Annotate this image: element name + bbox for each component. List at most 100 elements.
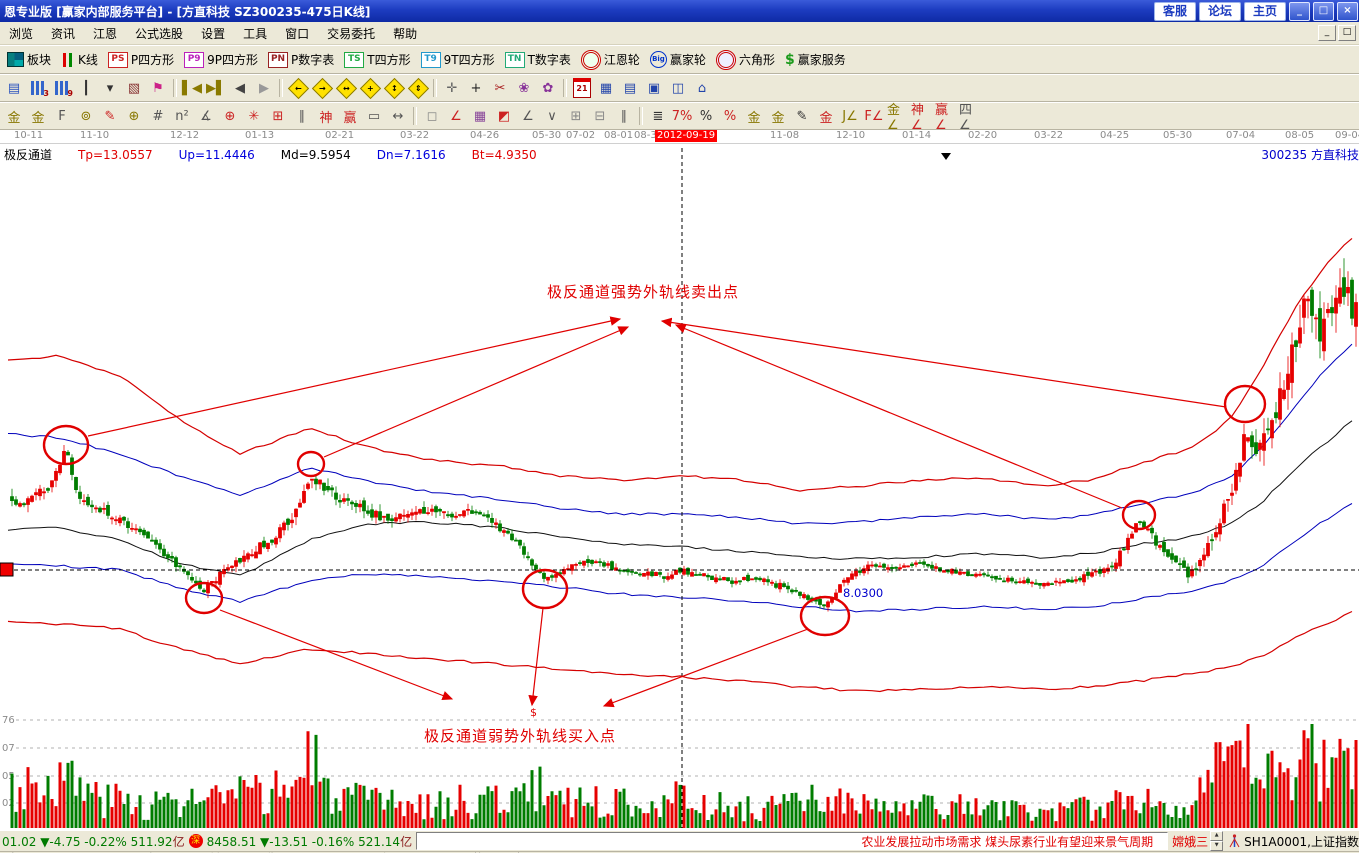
calculator-icon[interactable]: ▦ [595,79,617,98]
percent7-icon[interactable]: 7% [671,107,693,126]
mdi-restore-button[interactable]: □ [1338,25,1356,41]
shen-angle-icon[interactable]: 神∠ [911,107,933,126]
first-bar-icon[interactable]: ▌◀ [181,79,203,98]
forum-button[interactable]: 论坛 [1199,2,1241,21]
shen-tool-icon[interactable]: 神 [315,107,337,126]
restore-button[interactable]: □ [1313,2,1334,21]
gold-tool2-icon[interactable]: 金 [27,107,49,126]
measure-icon[interactable]: ↔ [387,107,409,126]
T四方形-button[interactable]: TST四方形 [339,50,415,69]
menu-item-2[interactable]: 江恩 [84,25,126,43]
f-angle-icon[interactable]: F∠ [863,107,885,126]
spinner-down-button[interactable]: ▼ [1210,841,1223,851]
dropdown-arrow-icon[interactable]: ▾ [99,79,121,98]
menu-item-3[interactable]: 公式选股 [126,25,192,43]
江恩轮-button[interactable]: 江恩轮 [576,49,645,71]
calendar-icon[interactable]: 21 [571,79,593,98]
net-doc-icon[interactable]: ◫ [667,79,689,98]
六角形-button[interactable]: 六角形 [711,49,780,71]
doc-icon[interactable]: ▤ [3,79,25,98]
square-tool-icon[interactable]: ◻ [421,107,443,126]
9T四方形-button[interactable]: T99T四方形 [416,50,500,69]
menu-item-6[interactable]: 窗口 [276,25,318,43]
9P四方形-button[interactable]: P99P四方形 [179,50,263,69]
grid3-icon[interactable]: ⊟ [589,107,611,126]
cut-tool-icon[interactable]: ✂ [489,79,511,98]
spinner-up-button[interactable]: ▲ [1210,831,1223,841]
menu-item-7[interactable]: 交易委托 [318,25,384,43]
gann-web-icon[interactable]: ❀ [513,79,535,98]
grid2-icon[interactable]: ⊞ [565,107,587,126]
gold-line-icon[interactable]: 金 [767,107,789,126]
percent-line-icon[interactable]: % [719,107,741,126]
T数字表-button[interactable]: TNT数字表 [500,50,576,69]
chart9-icon[interactable]: 9 [51,79,73,98]
scale-icon[interactable]: ≣ [647,107,669,126]
prev-bar-icon[interactable]: ◀ [229,79,251,98]
candlestick-chart[interactable]: 76070502极反通道强势外轨线卖出点极反通道弱势外轨线买入点$8.0300 [0,144,1359,830]
purple-grid-icon[interactable]: ▦ [469,107,491,126]
minimize-button[interactable]: _ [1289,2,1310,21]
fibonacci-icon[interactable]: F [51,107,73,126]
pen-icon[interactable]: ✎ [99,107,121,126]
four-angle-icon[interactable]: 四∠ [959,107,981,126]
K线-button[interactable]: K线 [56,50,103,69]
hand-tool-icon[interactable]: ✛ [441,79,463,98]
j-angle-icon[interactable]: J∠ [839,107,861,126]
flag-chart-icon[interactable]: ⚑ [147,79,169,98]
menu-item-4[interactable]: 设置 [192,25,234,43]
crosshair-tool-icon[interactable]: + [465,79,487,98]
spiral-icon[interactable]: ⊚ [75,107,97,126]
close-button[interactable]: × [1337,2,1358,21]
fan-lines-icon[interactable]: ∠ [445,107,467,126]
target-circle-icon[interactable]: ⊕ [123,107,145,126]
P数字表-button[interactable]: PNP数字表 [263,50,339,69]
gold-angle-icon[interactable]: 金∠ [887,107,909,126]
chart3-icon[interactable]: 3 [27,79,49,98]
zoom-all-icon[interactable]: + [359,79,381,98]
pan-right-icon[interactable]: → [311,79,333,98]
menu-item-1[interactable]: 资讯 [42,25,84,43]
板块-button[interactable]: 板块 [2,50,56,69]
expand-v-icon[interactable]: ⇕ [407,79,429,98]
vee-lines-icon[interactable]: ∨ [541,107,563,126]
notes-icon[interactable]: ▤ [619,79,641,98]
pan-left-icon[interactable]: ← [287,79,309,98]
web-icon[interactable]: ✳ [243,107,265,126]
save-icon[interactable]: ▣ [643,79,665,98]
zoom-v-icon[interactable]: ↕ [383,79,405,98]
grid-box-icon[interactable]: ⊞ [267,107,289,126]
menu-item-0[interactable]: 浏览 [0,25,42,43]
percent-icon[interactable]: % [695,107,717,126]
mdi-minimize-button[interactable]: _ [1318,25,1336,41]
gold-red-icon[interactable]: 金 [815,107,837,126]
fan-box-icon[interactable]: ◩ [493,107,515,126]
ruler-icon[interactable]: ▭ [363,107,385,126]
customer-service-button[interactable]: 客服 [1154,2,1196,21]
next-bar-icon[interactable]: ▶ [253,79,275,98]
grid-ticks-icon[interactable]: # [147,107,169,126]
homepage-button[interactable]: 主页 [1244,2,1286,21]
candle-style-icon[interactable]: ┃ [75,79,97,98]
gold-tool1-icon[interactable]: 金 [3,107,25,126]
circle-cross-icon[interactable]: ⊕ [219,107,241,126]
angle-lines-icon[interactable]: ∠ [517,107,539,126]
slash-lines-icon[interactable]: ∥ [613,107,635,126]
赢家轮-button[interactable]: Big赢家轮 [645,50,711,69]
region-select-icon[interactable]: ▧ [123,79,145,98]
last-bar-icon[interactable]: ▶▌ [205,79,227,98]
pen2-icon[interactable]: ✎ [791,107,813,126]
P四方形-button[interactable]: PSP四方形 [103,50,179,69]
zoom-h-icon[interactable]: ↔ [335,79,357,98]
ying-tool-icon[interactable]: 赢 [339,107,361,126]
kline-chart-area[interactable]: 极反通道Tp=13.0557Up=11.4446Md=9.5954Dn=7.16… [0,144,1359,830]
gold-circle-icon[interactable]: 金 [743,107,765,126]
square-number-icon[interactable]: n² [171,107,193,126]
ying-angle-icon[interactable]: 赢∠ [935,107,957,126]
angle-icon[interactable]: ∡ [195,107,217,126]
赢家服务-button[interactable]: $赢家服务 [780,50,851,69]
menu-item-8[interactable]: 帮助 [384,25,426,43]
menu-item-5[interactable]: 工具 [234,25,276,43]
parallel-icon[interactable]: ∥ [291,107,313,126]
workstation-icon[interactable]: ⌂ [691,79,713,98]
